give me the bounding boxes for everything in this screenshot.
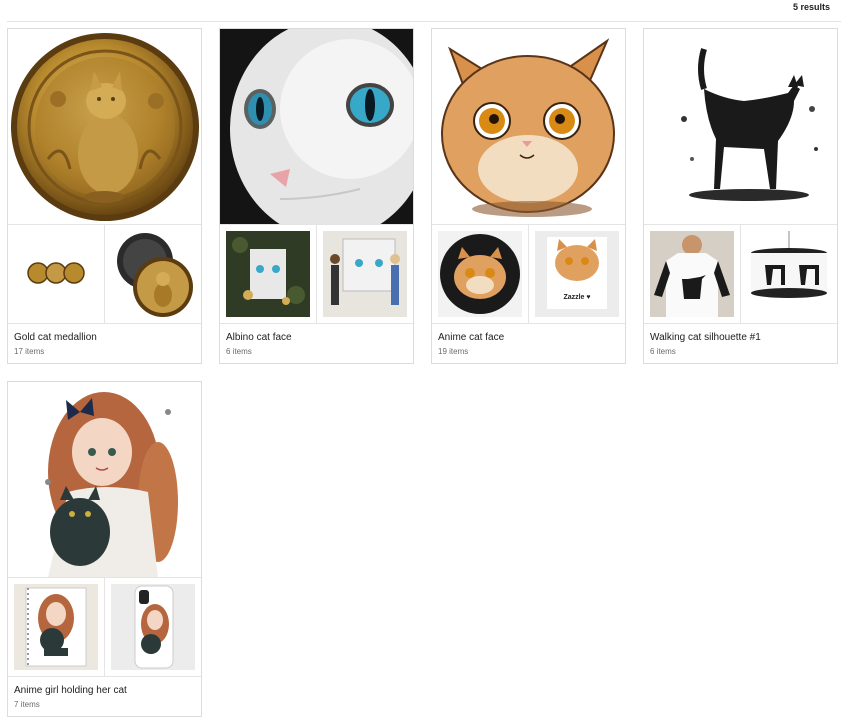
medallion-magnet-image[interactable] (105, 225, 201, 323)
anime-girl-with-cat-image[interactable] (8, 382, 201, 578)
thumbnail-row (8, 578, 201, 677)
collection-count: 19 items (438, 347, 469, 356)
collection-count: 6 items (650, 347, 676, 356)
thumbnail-row (644, 225, 837, 324)
collection-count: 7 items (14, 700, 40, 709)
collection-card-gold-cat-medallion[interactable]: Gold cat medallion 17 items (7, 28, 202, 364)
thumbnail-row (220, 225, 413, 324)
collection-title[interactable]: Anime cat face (438, 332, 504, 343)
collection-card-anime-girl-holding-her-cat[interactable]: Anime girl holding her cat 7 items (7, 381, 202, 717)
sticker-brand-text: Zazzle ♥ (563, 294, 590, 301)
cat-raglan-shirt-image[interactable] (644, 225, 741, 323)
girl-phone-case-image[interactable] (105, 578, 201, 676)
collection-title[interactable]: Walking cat silhouette #1 (650, 332, 761, 343)
cat-lamp-shade-image[interactable] (741, 225, 837, 323)
collection-title[interactable]: Gold cat medallion (14, 332, 97, 343)
cat-button-image[interactable] (432, 225, 529, 323)
collection-title[interactable]: Albino cat face (226, 332, 292, 343)
results-count: 5 results (792, 2, 830, 12)
results-bar: 5 results (7, 0, 841, 22)
anime-cat-face-image[interactable] (432, 29, 625, 225)
collection-card-walking-cat-silhouette[interactable]: Walking cat silhouette #1 6 items (643, 28, 838, 364)
collection-title[interactable]: Anime girl holding her cat (14, 685, 127, 696)
cat-wall-tapestry-image[interactable] (317, 225, 413, 323)
cat-sticker-image[interactable]: Zazzle ♥ (529, 225, 625, 323)
collection-count: 6 items (226, 347, 252, 356)
walking-cat-silhouette-image[interactable] (644, 29, 837, 225)
girl-notebook-image[interactable] (8, 578, 105, 676)
cat-ornament-image[interactable] (220, 225, 317, 323)
thumbnail-row (8, 225, 201, 324)
thumbnail-row: Zazzle ♥ (432, 225, 625, 324)
collection-card-anime-cat-face[interactable]: Zazzle ♥ Anime cat face 19 items (431, 28, 626, 364)
collection-card-albino-cat-face[interactable]: Albino cat face 6 items (219, 28, 414, 364)
gold-cat-medallion-image[interactable] (8, 29, 201, 225)
collection-count: 17 items (14, 347, 45, 356)
albino-cat-face-image[interactable] (220, 29, 413, 225)
medallion-set-image[interactable] (8, 225, 105, 323)
